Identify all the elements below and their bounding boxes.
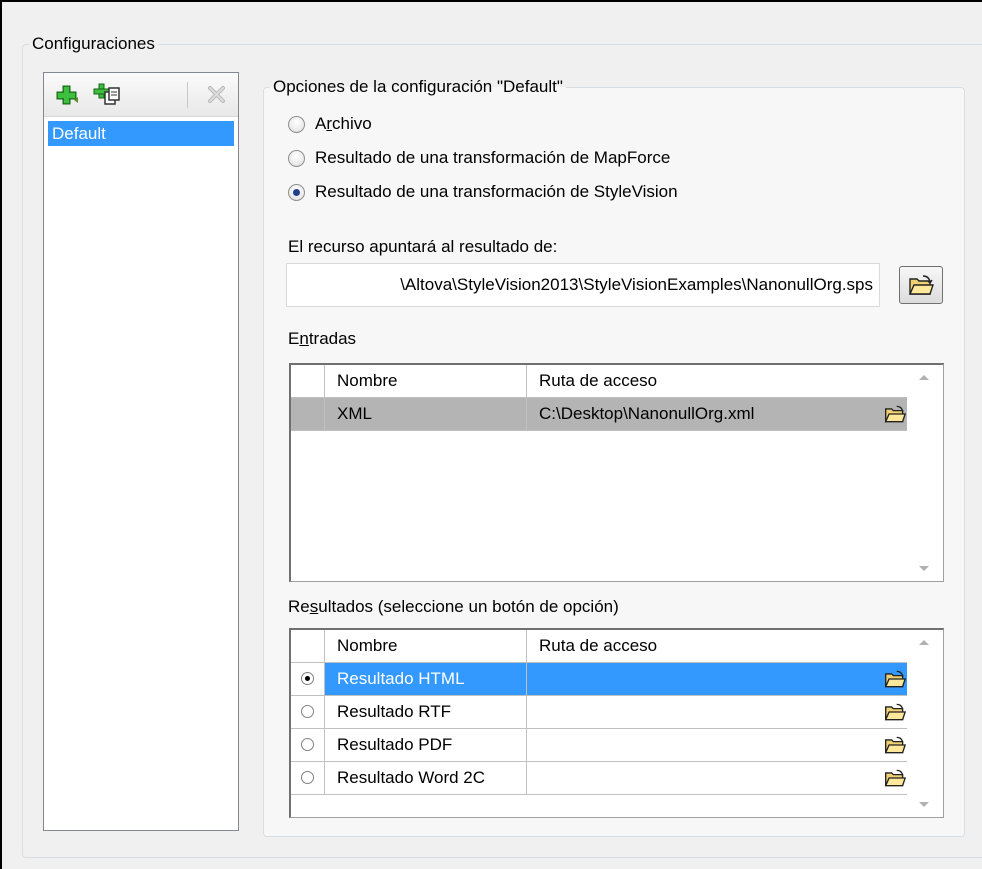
- header-name: Nombre: [325, 365, 527, 398]
- config-list-panel: Default: [43, 72, 239, 831]
- row-radio-cell[interactable]: [291, 729, 325, 762]
- row-radio-cell[interactable]: [291, 762, 325, 795]
- row-name[interactable]: XML: [325, 398, 527, 431]
- row-radio-cell[interactable]: [291, 696, 325, 729]
- folder-open-icon: [884, 670, 906, 688]
- row-name[interactable]: Resultado Word 2C: [325, 762, 527, 795]
- header-name: Nombre: [325, 630, 527, 663]
- copy-config-button[interactable]: [93, 83, 120, 107]
- green-plus-icon: [56, 85, 78, 105]
- inputs-label: Entradas: [288, 329, 357, 348]
- radio-button[interactable]: [288, 183, 305, 201]
- row-name[interactable]: Resultado PDF: [325, 729, 527, 762]
- folder-open-icon: [884, 736, 906, 754]
- table-row[interactable]: XML C:\Desktop\NanonullOrg.xml: [291, 398, 910, 431]
- radio-label: Resultado de una transformación de MapFo…: [315, 148, 671, 167]
- radio-button[interactable]: [288, 149, 305, 167]
- scroll-down-icon[interactable]: [919, 802, 929, 807]
- row-path-text: C:\Desktop\NanonullOrg.xml: [539, 404, 755, 423]
- header-path: Ruta de acceso: [527, 365, 910, 398]
- folder-open-icon: [908, 275, 934, 295]
- row-name[interactable]: Resultado RTF: [325, 696, 527, 729]
- outputs-grid: Nombre Ruta de acceso Resultado HTML Res…: [289, 628, 944, 818]
- config-toolbar: [44, 73, 238, 117]
- window-border-top: [0, 0, 982, 2]
- radio-button[interactable]: [288, 115, 305, 133]
- radio-label: Resultado de una transformación de Style…: [315, 182, 678, 201]
- config-item-default[interactable]: Default: [48, 121, 234, 146]
- green-plus-copy-icon: [93, 83, 120, 105]
- row-radio[interactable]: [301, 672, 314, 685]
- options-group-title: Opciones de la configuración "Default": [273, 77, 563, 96]
- row-path[interactable]: [527, 729, 910, 762]
- folder-open-icon: [884, 405, 906, 423]
- table-row[interactable]: Resultado Word 2C: [291, 762, 910, 795]
- radio-stylevision[interactable]: Resultado de una transformación de Style…: [288, 180, 678, 204]
- add-config-button[interactable]: [54, 83, 80, 107]
- scroll-up-icon[interactable]: [919, 375, 929, 380]
- row-path[interactable]: [527, 663, 910, 696]
- vertical-scrollbar[interactable]: [907, 630, 943, 817]
- row-browse-button[interactable]: [883, 668, 907, 690]
- radio-mapforce[interactable]: Resultado de una transformación de MapFo…: [288, 146, 670, 170]
- row-radio[interactable]: [301, 771, 314, 784]
- table-row[interactable]: Resultado HTML: [291, 663, 910, 696]
- row-browse-button[interactable]: [883, 767, 907, 789]
- header-path: Ruta de acceso: [527, 630, 910, 663]
- row-browse-button[interactable]: [883, 734, 907, 756]
- scroll-up-icon[interactable]: [919, 640, 929, 645]
- row-path[interactable]: [527, 762, 910, 795]
- row-radio[interactable]: [301, 705, 314, 718]
- row-path[interactable]: [527, 696, 910, 729]
- delete-x-icon: [208, 86, 225, 103]
- browse-button[interactable]: [899, 266, 943, 304]
- table-row[interactable]: Resultado RTF: [291, 696, 910, 729]
- radio-archivo[interactable]: Archivo: [288, 112, 372, 136]
- target-path-field[interactable]: [286, 263, 880, 307]
- radio-label: Archivo: [315, 114, 372, 133]
- row-indicator: [291, 398, 325, 431]
- toolbar-separator: [187, 82, 188, 108]
- inputs-grid: Nombre Ruta de acceso XML C:\Desktop\Nan…: [289, 363, 944, 582]
- header-cell: [291, 630, 325, 663]
- target-label: El recurso apuntará al resultado de:: [288, 237, 558, 256]
- row-browse-button[interactable]: [883, 403, 907, 425]
- config-group-title: Configuraciones: [32, 34, 155, 53]
- vertical-scrollbar[interactable]: [907, 365, 943, 581]
- header-cell: [291, 365, 325, 398]
- window-border-left: [0, 0, 2, 869]
- grid-header: Nombre Ruta de acceso: [291, 365, 910, 398]
- row-path[interactable]: C:\Desktop\NanonullOrg.xml: [527, 398, 910, 431]
- delete-config-button[interactable]: [204, 83, 230, 107]
- grid-header: Nombre Ruta de acceso: [291, 630, 910, 663]
- row-browse-button[interactable]: [883, 701, 907, 723]
- row-radio[interactable]: [301, 738, 314, 751]
- row-radio-cell[interactable]: [291, 663, 325, 696]
- table-row[interactable]: Resultado PDF: [291, 729, 910, 762]
- row-name[interactable]: Resultado HTML: [325, 663, 527, 696]
- scroll-down-icon[interactable]: [919, 566, 929, 571]
- folder-open-icon: [884, 703, 906, 721]
- outputs-label: Resultados (seleccione un botón de opció…: [288, 597, 619, 616]
- folder-open-icon: [884, 769, 906, 787]
